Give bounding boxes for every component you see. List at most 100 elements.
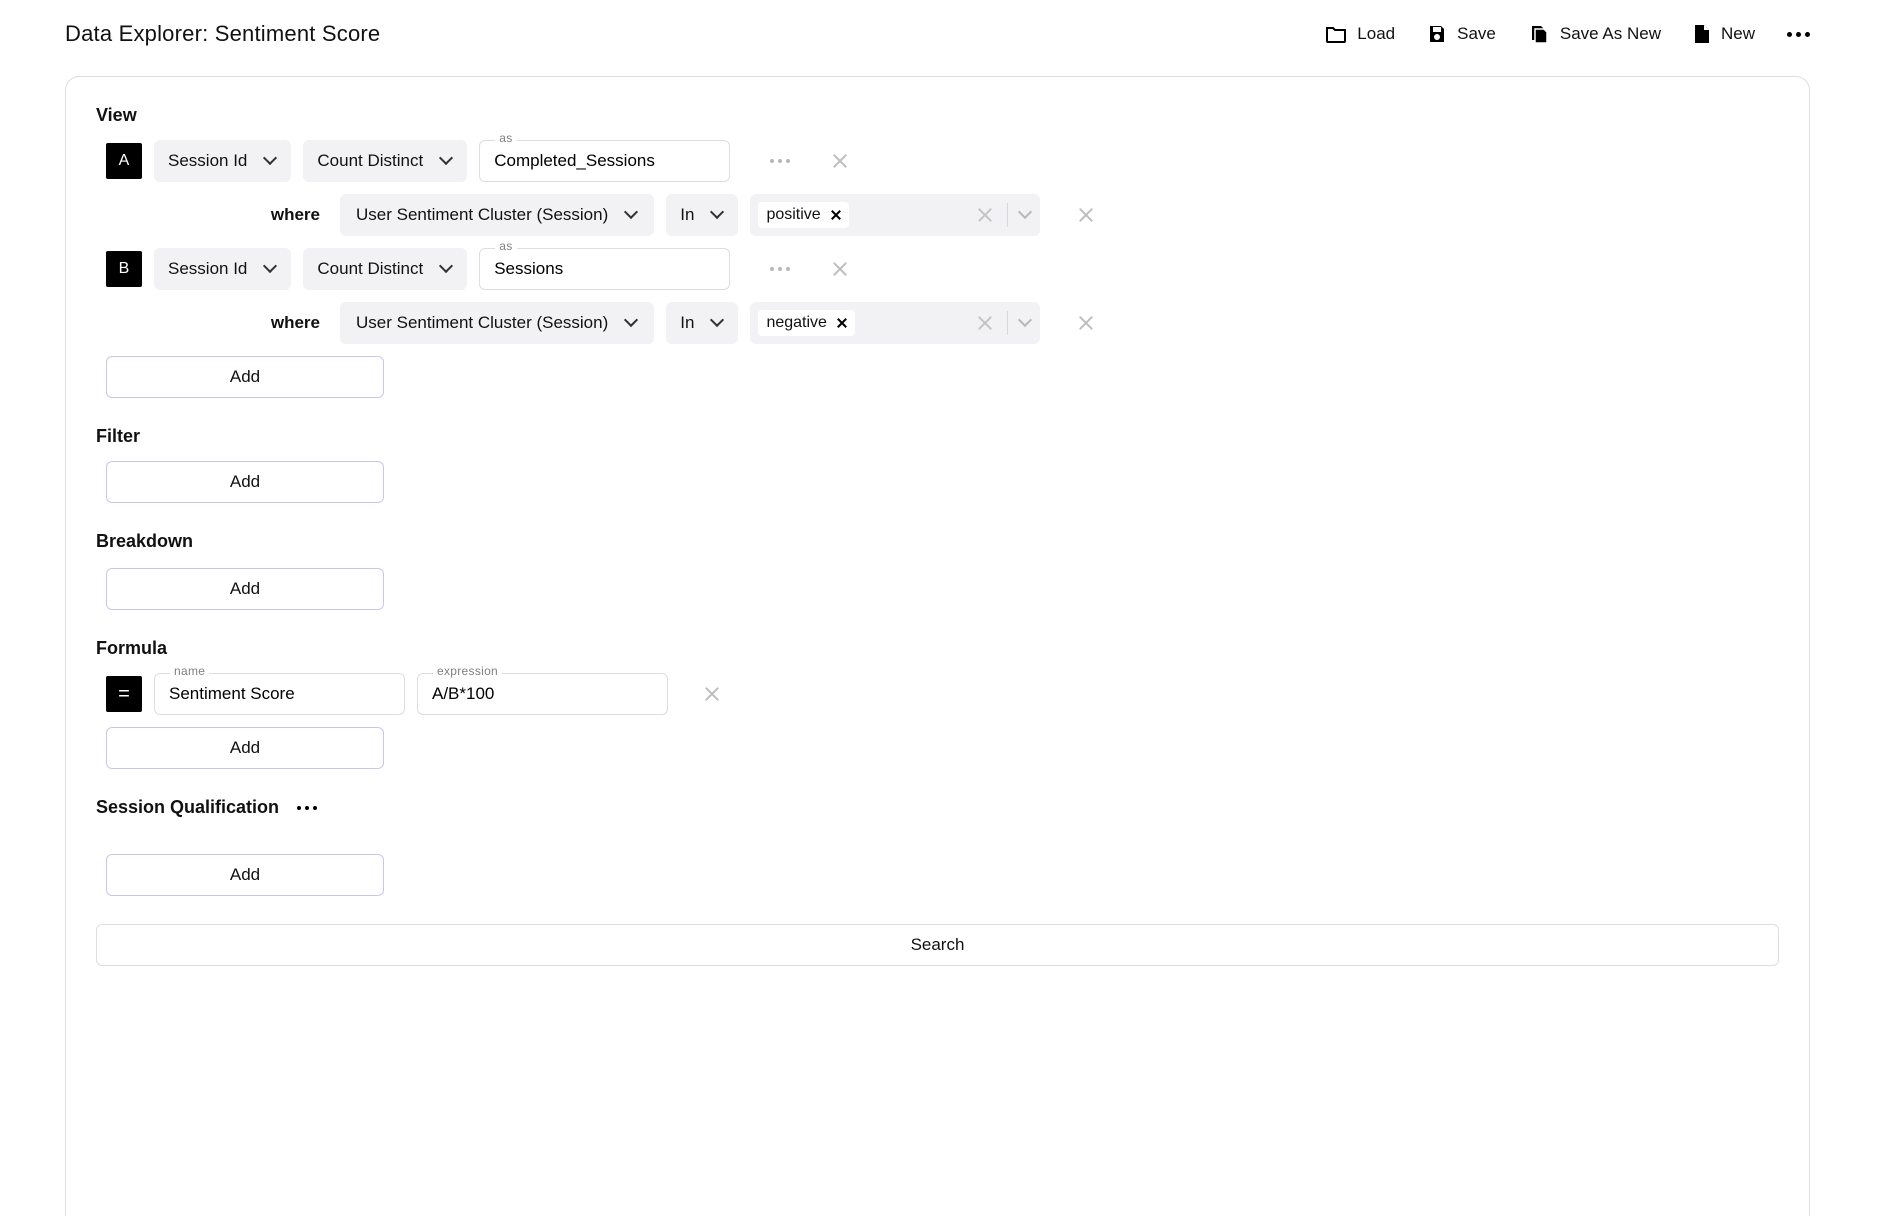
view-section: View A Session Id Count Distinct as bbox=[96, 105, 1779, 398]
filter-add-button[interactable]: Add bbox=[106, 461, 384, 503]
row-b-remove-button[interactable] bbox=[830, 259, 850, 279]
where-op-b-value: In bbox=[680, 313, 694, 333]
row-a-more-icon[interactable] bbox=[770, 159, 790, 163]
agg-select-b[interactable]: Count Distinct bbox=[303, 248, 467, 290]
where-field-b[interactable]: User Sentiment Cluster (Session) bbox=[340, 302, 654, 344]
formula-name-input[interactable] bbox=[154, 673, 405, 715]
clear-tags-a-icon[interactable] bbox=[975, 205, 995, 225]
alias-hint: as bbox=[495, 131, 516, 145]
session-qualification-add-button[interactable]: Add bbox=[106, 854, 384, 896]
breakdown-title: Breakdown bbox=[96, 531, 1779, 552]
chevron-down-icon bbox=[265, 263, 277, 275]
query-panel: View A Session Id Count Distinct as bbox=[65, 76, 1810, 1216]
session-qualification-title: Session Qualification bbox=[96, 797, 279, 818]
formula-title: Formula bbox=[96, 638, 1779, 659]
save-as-new-button[interactable]: Save As New bbox=[1528, 23, 1661, 45]
where-label: where bbox=[106, 313, 328, 333]
formula-expr-wrap: expression bbox=[417, 673, 668, 715]
field-select-a[interactable]: Session Id bbox=[154, 140, 291, 182]
chevron-down-icon[interactable] bbox=[1020, 209, 1032, 221]
tag-a-label: positive bbox=[766, 206, 820, 224]
alias-input-a[interactable] bbox=[479, 140, 730, 182]
alias-input-wrap-b: as bbox=[479, 248, 730, 290]
formula-name-hint: name bbox=[170, 664, 209, 678]
tag-b: negative bbox=[758, 310, 855, 336]
view-row-a: A Session Id Count Distinct as bbox=[106, 140, 1779, 182]
tag-a: positive bbox=[758, 202, 848, 228]
chevron-down-icon[interactable] bbox=[1020, 317, 1032, 329]
where-field-a-value: User Sentiment Cluster (Session) bbox=[356, 205, 608, 225]
copy-file-icon bbox=[1528, 23, 1550, 45]
save-button[interactable]: Save bbox=[1427, 24, 1496, 44]
chevron-down-icon bbox=[712, 317, 724, 329]
page-title: Data Explorer: Sentiment Score bbox=[65, 21, 380, 47]
chevron-down-icon bbox=[626, 209, 638, 221]
where-field-a[interactable]: User Sentiment Cluster (Session) bbox=[340, 194, 654, 236]
badge-a: A bbox=[106, 143, 142, 179]
save-label: Save bbox=[1457, 24, 1496, 44]
breakdown-section: Breakdown Add bbox=[96, 531, 1779, 610]
where-op-b[interactable]: In bbox=[666, 302, 738, 344]
tag-a-remove-icon[interactable] bbox=[831, 210, 841, 220]
chevron-down-icon bbox=[626, 317, 638, 329]
agg-select-a-value: Count Distinct bbox=[317, 151, 423, 171]
tag-b-label: negative bbox=[766, 314, 827, 332]
row-b-more-icon[interactable] bbox=[770, 267, 790, 271]
chevron-down-icon bbox=[265, 155, 277, 167]
view-where-a: where User Sentiment Cluster (Session) I… bbox=[106, 194, 1779, 236]
where-a-remove-button[interactable] bbox=[1076, 205, 1096, 225]
chevron-down-icon bbox=[441, 263, 453, 275]
badge-formula: = bbox=[106, 676, 142, 712]
formula-remove-button[interactable] bbox=[702, 684, 722, 704]
field-select-a-value: Session Id bbox=[168, 151, 247, 171]
save-as-new-label: Save As New bbox=[1560, 24, 1661, 44]
field-select-b-value: Session Id bbox=[168, 259, 247, 279]
chevron-down-icon bbox=[441, 155, 453, 167]
alias-input-b[interactable] bbox=[479, 248, 730, 290]
filter-title: Filter bbox=[96, 426, 1779, 447]
tag-b-remove-icon[interactable] bbox=[837, 318, 847, 328]
search-button[interactable]: Search bbox=[96, 924, 1779, 966]
alias-input-wrap-a: as bbox=[479, 140, 730, 182]
formula-name-wrap: name bbox=[154, 673, 405, 715]
formula-section: Formula = name expression Add bbox=[96, 638, 1779, 769]
chevron-down-icon bbox=[712, 209, 724, 221]
where-label: where bbox=[106, 205, 328, 225]
session-qualification-more-icon[interactable] bbox=[297, 806, 317, 810]
row-a-remove-button[interactable] bbox=[830, 151, 850, 171]
where-tags-a[interactable]: positive bbox=[750, 194, 1040, 236]
session-qualification-section: Session Qualification Add bbox=[96, 797, 1779, 896]
new-button[interactable]: New bbox=[1693, 23, 1755, 45]
field-select-b[interactable]: Session Id bbox=[154, 248, 291, 290]
where-op-a[interactable]: In bbox=[666, 194, 738, 236]
agg-select-b-value: Count Distinct bbox=[317, 259, 423, 279]
where-b-remove-button[interactable] bbox=[1076, 313, 1096, 333]
load-button[interactable]: Load bbox=[1325, 24, 1395, 44]
where-op-a-value: In bbox=[680, 205, 694, 225]
formula-expr-input[interactable] bbox=[417, 673, 668, 715]
alias-hint: as bbox=[495, 239, 516, 253]
formula-row: = name expression bbox=[106, 673, 1779, 715]
view-title: View bbox=[96, 105, 1779, 126]
divider bbox=[1007, 311, 1008, 335]
where-field-b-value: User Sentiment Cluster (Session) bbox=[356, 313, 608, 333]
breakdown-add-button[interactable]: Add bbox=[106, 568, 384, 610]
view-row-b: B Session Id Count Distinct as bbox=[106, 248, 1779, 290]
new-label: New bbox=[1721, 24, 1755, 44]
load-label: Load bbox=[1357, 24, 1395, 44]
badge-b: B bbox=[106, 251, 142, 287]
file-icon bbox=[1693, 23, 1711, 45]
formula-expr-hint: expression bbox=[433, 664, 502, 678]
toolbar: Load Save Save As New New bbox=[1325, 23, 1810, 45]
filter-section: Filter Add bbox=[96, 426, 1779, 503]
view-add-button[interactable]: Add bbox=[106, 356, 384, 398]
divider bbox=[1007, 203, 1008, 227]
more-menu-icon[interactable] bbox=[1787, 32, 1810, 37]
where-tags-b[interactable]: negative bbox=[750, 302, 1040, 344]
view-where-b: where User Sentiment Cluster (Session) I… bbox=[106, 302, 1779, 344]
clear-tags-b-icon[interactable] bbox=[975, 313, 995, 333]
save-icon bbox=[1427, 24, 1447, 44]
folder-icon bbox=[1325, 25, 1347, 43]
agg-select-a[interactable]: Count Distinct bbox=[303, 140, 467, 182]
formula-add-button[interactable]: Add bbox=[106, 727, 384, 769]
